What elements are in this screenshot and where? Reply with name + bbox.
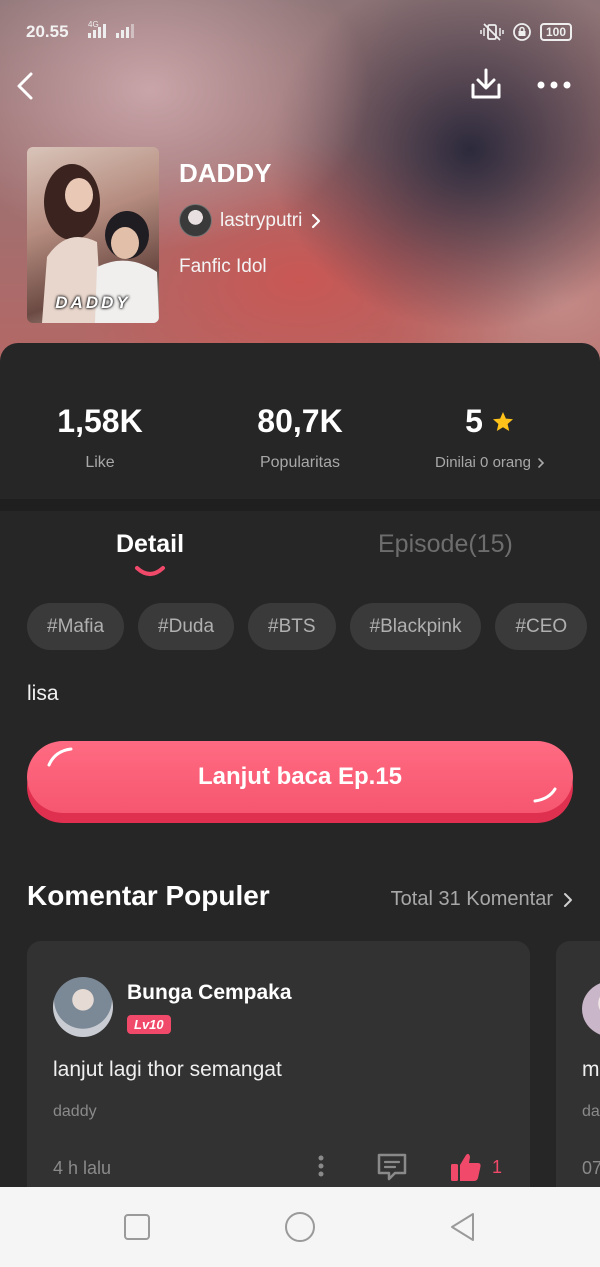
popularity-label: Popularitas	[259, 454, 341, 471]
status-time: 20.55	[26, 22, 69, 41]
reply-button[interactable]	[375, 1151, 409, 1188]
more-icon	[537, 81, 571, 89]
tag-chip[interactable]: #CEO	[495, 603, 588, 650]
tab-detail[interactable]: Detail	[116, 530, 184, 559]
popularity-value: 80,7K	[257, 403, 343, 439]
top-navigation	[0, 64, 600, 108]
tag-list: #Mafia #Duda #BTS #Blackpink #CEO	[27, 603, 588, 650]
system-navigation-bar	[0, 1187, 600, 1267]
download-icon	[471, 68, 501, 99]
commenter-avatar[interactable]	[582, 981, 600, 1037]
like-count: 1	[492, 1157, 503, 1177]
back-triangle-icon[interactable]	[448, 1211, 476, 1243]
like-button[interactable]	[449, 1151, 483, 1188]
comments-total-label: Total 31 Komentar	[390, 888, 553, 910]
likes-label: Like	[85, 454, 115, 471]
rating-label-row: Dinilai 0 orang	[390, 454, 590, 471]
stat-rating[interactable]: 5 Dinilai 0 orang	[390, 403, 590, 471]
likes-value: 1,58K	[57, 403, 143, 439]
tag-chip[interactable]: #BTS	[248, 603, 336, 650]
download-button[interactable]	[466, 64, 506, 104]
author-link[interactable]: lastryputri	[179, 204, 322, 237]
chevron-right-icon	[538, 457, 545, 468]
button-shine-decoration	[47, 747, 557, 803]
comment-text: m	[582, 1058, 600, 1081]
vibrate-icon	[480, 23, 504, 41]
comment-time: 07	[582, 1158, 600, 1178]
commenter-avatar[interactable]	[53, 977, 113, 1037]
author-avatar	[179, 204, 212, 237]
comments-total-link[interactable]: Total 31 Komentar	[391, 888, 573, 911]
tag-chip[interactable]: #Duda	[138, 603, 235, 650]
battery-indicator: 100	[539, 23, 572, 41]
status-right: 100	[480, 22, 572, 42]
comments-title: Komentar Populer	[27, 880, 270, 911]
back-icon	[17, 72, 33, 100]
lock-rotation-icon	[513, 23, 531, 41]
comment-text: lanjut lagi thor semangat	[53, 1058, 282, 1081]
more-options-button[interactable]	[533, 70, 575, 100]
back-button[interactable]	[10, 68, 40, 104]
book-genre: Fanfic Idol	[179, 256, 267, 277]
chevron-right-icon	[312, 213, 321, 228]
comments-header: Komentar Populer Total 31 Komentar	[27, 880, 573, 920]
book-description: lisa	[27, 682, 59, 705]
level-badge: Lv10	[127, 1015, 171, 1034]
stats-row: 1,58K Like 80,7K Popularitas 5 Dinilai 0…	[0, 343, 600, 499]
vertical-more-icon	[318, 1155, 324, 1177]
tab-bar: Detail Episode(15)	[0, 520, 600, 580]
rating-label: Dinilai 0 orang	[435, 454, 531, 471]
tag-chip[interactable]: #Mafia	[27, 603, 125, 650]
signal-strength-2-icon	[116, 24, 134, 38]
tag-chip[interactable]: #Blackpink	[349, 603, 482, 650]
tab-episodes[interactable]: Episode(15)	[378, 530, 513, 559]
star-icon	[492, 411, 513, 431]
comment-time: 4 h lalu	[53, 1158, 112, 1178]
stat-popularity: 80,7K Popularitas	[200, 403, 400, 472]
active-tab-indicator	[135, 566, 165, 576]
chevron-right-icon	[564, 892, 572, 907]
home-icon[interactable]	[284, 1211, 316, 1243]
section-divider	[0, 499, 600, 511]
stat-likes: 1,58K Like	[0, 403, 200, 472]
comment-icon	[377, 1153, 407, 1181]
commenter-name: Bunga Cempaka	[127, 981, 292, 1004]
comment-more-button[interactable]	[313, 1151, 329, 1186]
book-title: DADDY	[179, 158, 272, 188]
status-bar: 20.55 4G 100	[0, 0, 600, 64]
book-cover-image[interactable]: DADDY	[27, 147, 159, 323]
author-name: lastryputri	[220, 209, 303, 231]
thumbs-up-icon	[451, 1153, 481, 1181]
network-label: 4G	[88, 20, 99, 29]
comment-source: daddy	[53, 1103, 97, 1120]
cover-title-text: DADDY	[55, 293, 131, 312]
rating-value-row: 5	[390, 403, 590, 440]
recents-icon[interactable]	[123, 1213, 151, 1241]
continue-reading-button[interactable]: Lanjut baca Ep.15	[27, 741, 573, 823]
comment-source: da	[582, 1103, 600, 1120]
rating-value: 5	[465, 403, 483, 439]
